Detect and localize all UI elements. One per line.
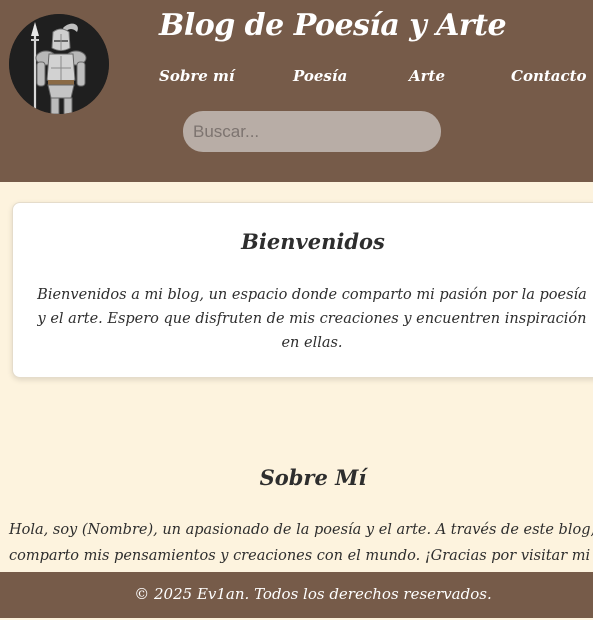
main-nav: Sobre mí Poesía Arte Contacto <box>0 67 593 89</box>
site-title: Blog de Poesía y Arte <box>159 8 507 43</box>
site-header: Blog de Poesía y Arte Sobre mí Poesía Ar… <box>0 0 593 182</box>
nav-link-sobre-mi[interactable]: Sobre mí <box>159 67 235 85</box>
footer-copyright: © 2025 Ev1an. Todos los derechos reserva… <box>134 585 492 603</box>
welcome-text: Bienvenidos a mi blog, un espacio donde … <box>37 287 587 351</box>
avatar[interactable] <box>9 14 109 114</box>
about-title: Sobre Mí <box>259 465 367 490</box>
about-text: Hola, soy (Nombre), un apasionado de la … <box>9 522 593 564</box>
site-footer: © 2025 Ev1an. Todos los derechos reserva… <box>0 572 593 618</box>
knight-avatar-icon <box>9 14 109 114</box>
nav-link-contacto[interactable]: Contacto <box>511 67 587 85</box>
nav-link-arte[interactable]: Arte <box>409 67 445 85</box>
welcome-title: Bienvenidos <box>241 229 385 254</box>
search-input[interactable] <box>183 111 441 152</box>
nav-link-poesia[interactable]: Poesía <box>293 67 347 85</box>
